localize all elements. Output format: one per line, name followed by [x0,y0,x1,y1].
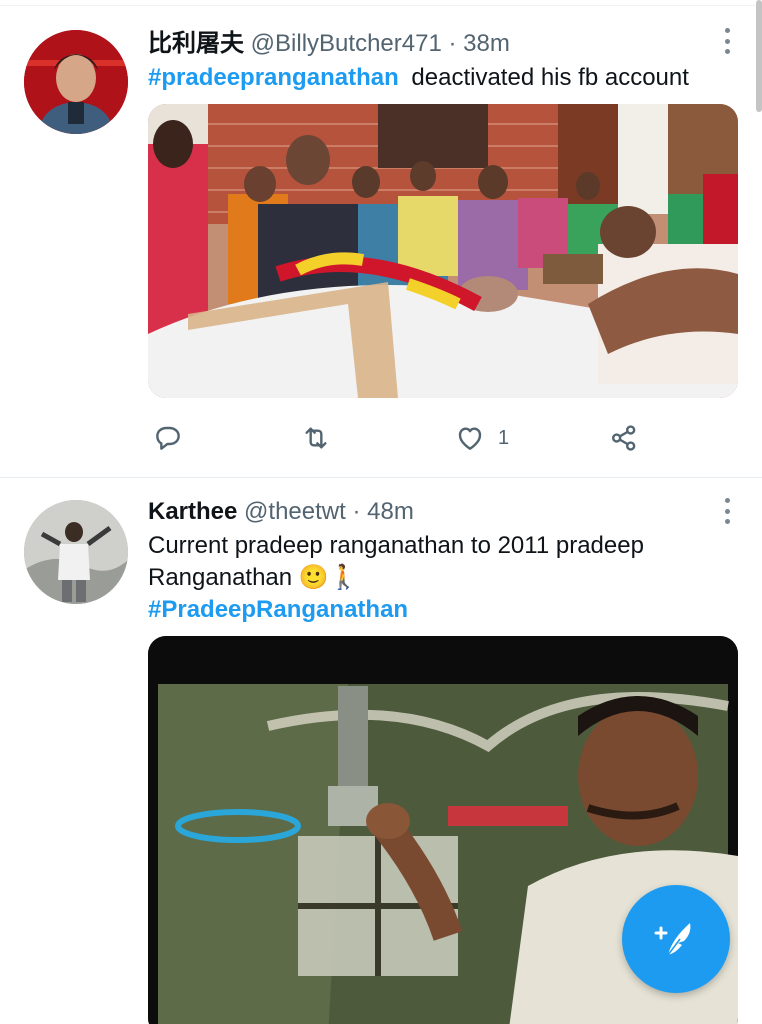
share-icon [612,425,636,451]
tweet-text: #pradeepranganathan deactivated his fb a… [148,62,738,94]
share-button[interactable] [608,420,640,456]
tweet-media-image[interactable] [148,104,738,398]
tweet-body-line: Ranganathan 🙂🚶 [148,562,738,594]
compose-tweet-button[interactable] [622,885,730,993]
timestamp[interactable]: 48m [367,498,414,525]
avatar[interactable] [24,500,128,604]
retweet-button[interactable] [300,420,332,456]
tweet-header: Karthee @theetwt · 48m [148,498,414,526]
like-button[interactable]: 1 [454,420,509,456]
reply-button[interactable] [152,420,184,456]
tweet-actions: 1 [148,420,738,456]
handle[interactable]: @BillyButcher471 [251,30,442,57]
timeline-feed: 比利屠夫 @BillyButcher471 · 38m #pradeeprang… [0,0,762,1024]
tweet-body: deactivated his fb account [411,64,689,91]
hashtag-link[interactable]: #pradeepranganathan [148,64,399,91]
handle[interactable]: @theetwt [244,498,346,525]
tweet-header: 比利屠夫 @BillyButcher471 · 38m [148,30,510,58]
tweet-body-line: Current pradeep ranganathan to 2011 prad… [148,532,644,559]
display-name[interactable]: 比利屠夫 [148,30,244,57]
display-name[interactable]: Karthee [148,498,237,525]
reply-icon [156,426,180,450]
separator: · [448,30,457,57]
more-options-icon[interactable] [724,498,730,524]
more-options-icon[interactable] [724,28,730,54]
compose-tweet-icon [654,923,691,956]
separator: · [352,498,361,525]
tweet-body-line2: Ranganathan [148,564,293,591]
like-count: 1 [498,426,510,449]
emoji: 🙂🚶 [298,564,359,591]
retweet-icon [305,427,327,449]
avatar[interactable] [24,30,128,134]
heart-icon [458,427,482,450]
hashtag-link[interactable]: #PradeepRanganathan [148,594,738,626]
tweet-text: Current pradeep ranganathan to 2011 prad… [148,530,738,626]
timestamp[interactable]: 38m [463,30,510,57]
tweet[interactable]: 比利屠夫 @BillyButcher471 · 38m #pradeeprang… [0,0,762,478]
